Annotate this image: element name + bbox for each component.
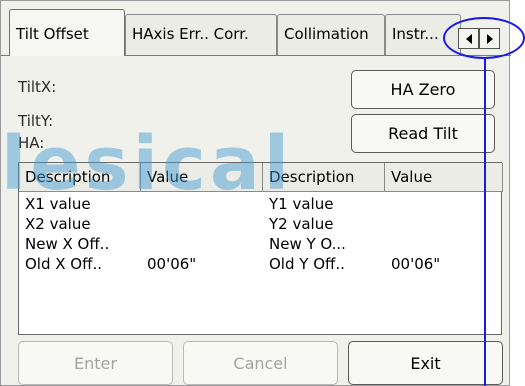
tab-collimation[interactable]: Collimation [277,14,385,55]
cell-value: 00'06" [391,255,441,273]
watermark-logo: lesical [1,121,294,207]
exit-button[interactable]: Exit [348,341,503,385]
cell-description: Old Y Off.. [269,255,345,273]
tiltx-label: TiltX: [18,78,57,96]
cancel-button[interactable]: Cancel [183,341,338,385]
enter-button[interactable]: Enter [18,341,173,385]
annotation-line [484,58,486,386]
cell-value: 00'06" [147,255,197,273]
ha-zero-button[interactable]: HA Zero [351,70,495,109]
annotation-ellipse [443,17,525,59]
cell-description: New X Off.. [25,235,110,253]
read-tilt-button[interactable]: Read Tilt [351,114,495,153]
tilt-offset-window: Tilt Offset HAxis Err.. Corr. Collimatio… [0,0,511,386]
cell-description: X2 value [25,215,91,233]
table-row[interactable]: Old X Off.. 00'06" Old Y Off.. 00'06" [19,255,503,275]
cell-description: New Y O... [269,235,346,253]
cell-description: Old X Off.. [25,255,102,273]
table-row[interactable]: X2 value Y2 value [19,215,503,235]
cell-description: Y2 value [269,215,334,233]
table-row[interactable]: New X Off.. New Y O... [19,235,503,255]
tab-tilt-offset[interactable]: Tilt Offset [9,9,125,56]
tab-haxis-err-corr[interactable]: HAxis Err.. Corr. [125,14,277,55]
